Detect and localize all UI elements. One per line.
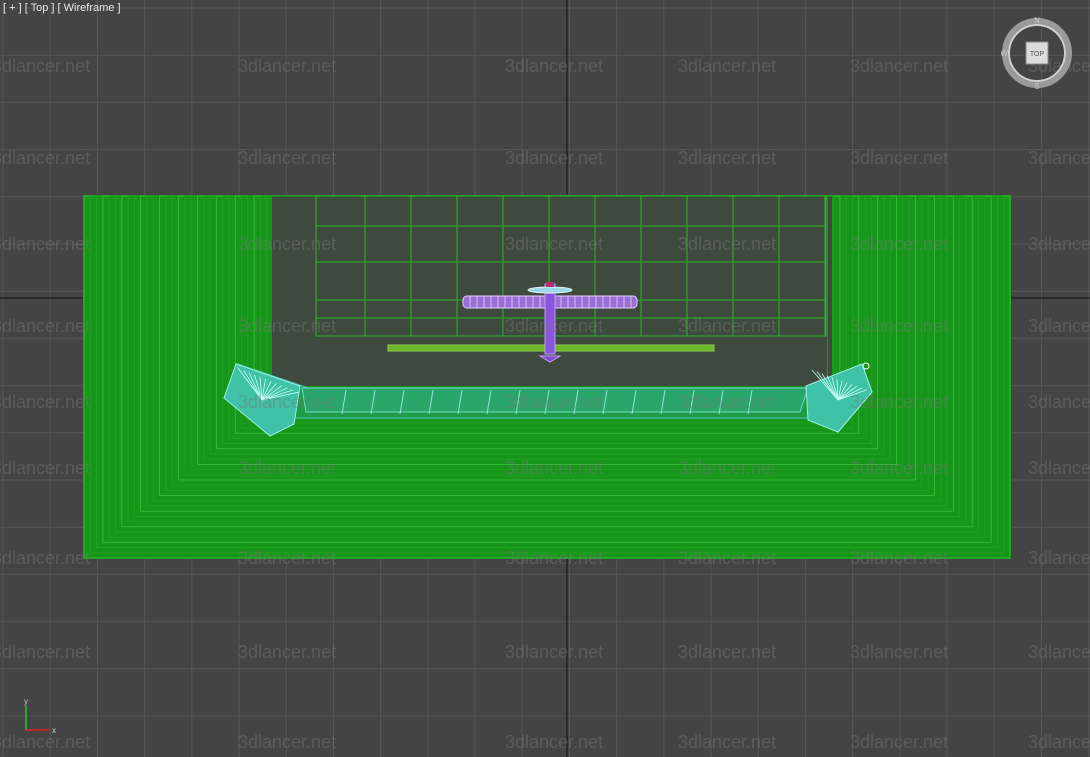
axis-tripod: y x (24, 697, 56, 735)
room-walls-wireframe[interactable] (83, 195, 1011, 559)
viewport-label: [ + ] [ Top ] [ Wireframe ] (3, 2, 121, 14)
compass-south-label[interactable]: S (1034, 82, 1039, 89)
viewport-menu-button[interactable]: [ + ] (3, 2, 22, 14)
axis-x-label: x (52, 726, 56, 735)
viewport-scene[interactable] (0, 0, 1090, 757)
axis-y-label: y (24, 697, 28, 706)
viewcube[interactable]: TOP N S W (1001, 17, 1073, 89)
compass-west-label[interactable]: W (1001, 49, 1008, 58)
compass-north-label[interactable]: N (1034, 17, 1040, 25)
wireframe-viewport-top[interactable]: 3dlancer.net 3dlancer.net 3dlancer.net 3dla… (0, 0, 1090, 757)
viewcube-face-label: TOP (1030, 51, 1045, 58)
shading-mode-button[interactable]: [ Wireframe ] (58, 2, 121, 14)
view-name-button[interactable]: [ Top ] (25, 2, 55, 14)
